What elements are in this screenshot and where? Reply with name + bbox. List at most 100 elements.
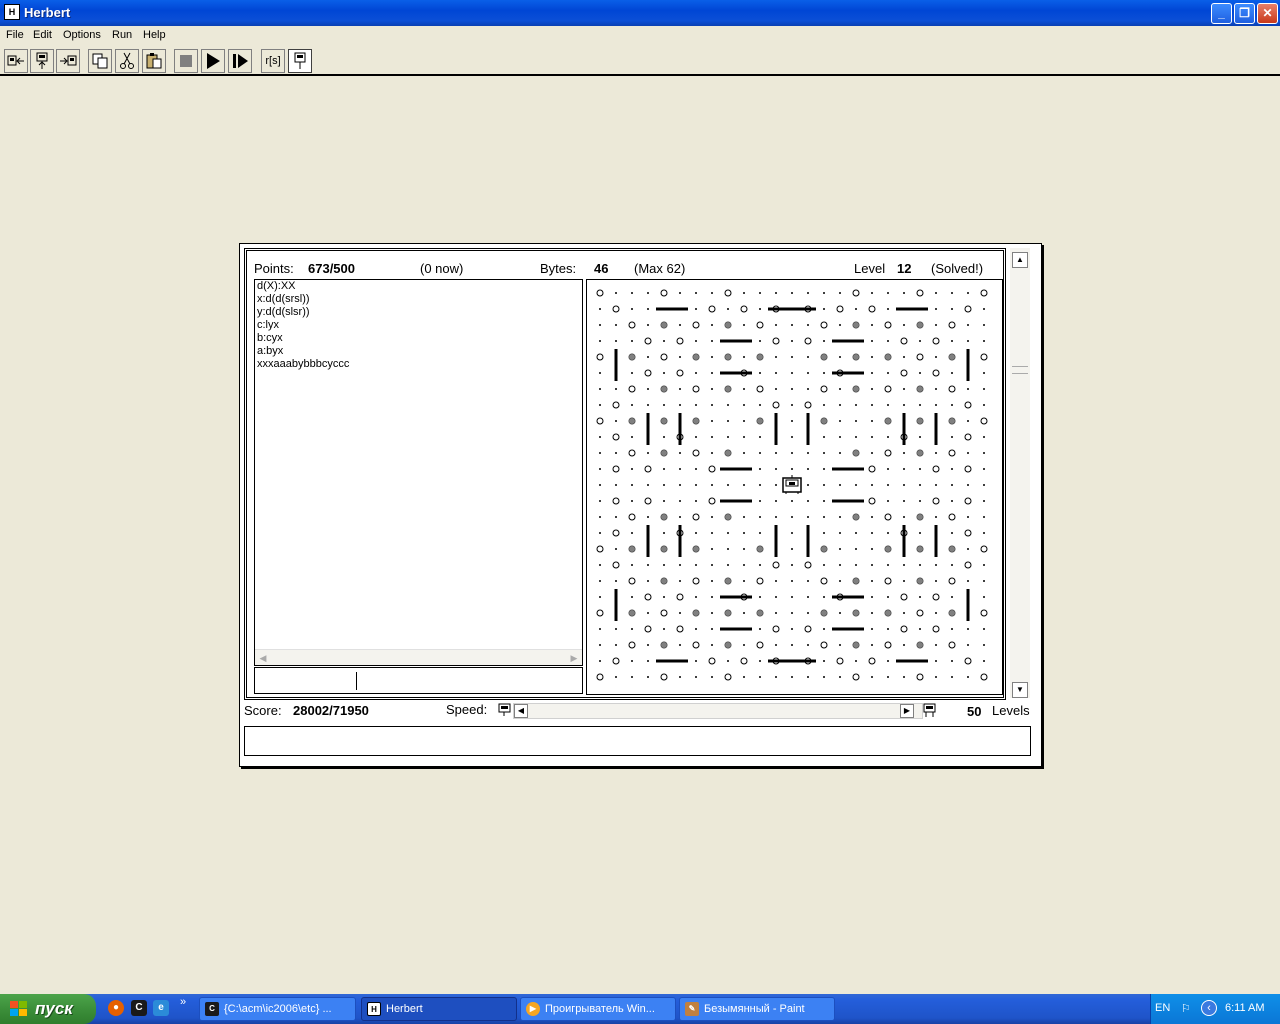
grid-dot [775,596,777,598]
grid-dot [647,644,649,646]
code-line[interactable]: a:byx [255,345,582,358]
minimize-button[interactable]: _ [1211,3,1232,24]
grid-dot [983,532,985,534]
task-far[interactable]: C {C:\acm\ic2006\etc} ... [199,997,356,1021]
syntax-button[interactable]: r[s] [261,49,285,73]
grid-dot [759,372,761,374]
grid-dot [759,452,761,454]
grid-dot [935,404,937,406]
ring-spot [612,497,620,505]
grid-dot [775,452,777,454]
menu-help[interactable]: Help [143,29,166,41]
run-button[interactable] [201,49,225,73]
copy-button[interactable] [88,49,112,73]
grid-dot [871,564,873,566]
filled-spot [884,353,892,361]
scissors-icon [120,52,134,69]
ring-spot [740,657,748,665]
menu-run[interactable]: Run [112,29,132,41]
grid-dot [775,516,777,518]
menu-file[interactable]: File [6,29,24,41]
grid-dot [711,548,713,550]
code-line[interactable]: b:cyx [255,332,582,345]
scroll-up-icon[interactable]: ▲ [1012,252,1028,268]
menu-edit[interactable]: Edit [33,29,52,41]
filled-spot [884,609,892,617]
grid-dot [823,372,825,374]
grid-dot [807,324,809,326]
grid-dot [887,404,889,406]
task-herbert[interactable]: H Herbert [361,997,517,1021]
cut-button[interactable] [115,49,139,73]
grid-dot [903,388,905,390]
grid-dot [711,484,713,486]
speed-decrease-icon[interactable]: ◀ [514,704,528,718]
far-icon[interactable]: C [131,1000,147,1016]
grid-dot [647,676,649,678]
levels-label: Levels [992,703,1030,718]
editor-horizontal-scrollbar[interactable]: ◀ ▶ [255,649,582,665]
close-button[interactable]: ✕ [1257,3,1278,24]
ring-spot [596,545,604,553]
filled-spot [820,609,828,617]
grid-dot [791,628,793,630]
speed-slider[interactable]: ◀ ▶ [513,703,923,719]
network-icon[interactable]: ⚐ [1181,1002,1191,1015]
code-line[interactable]: c:lyx [255,319,582,332]
ring-spot [964,561,972,569]
scroll-down-icon[interactable]: ▼ [1012,682,1028,698]
restore-button[interactable]: ❐ [1234,3,1255,24]
grid-dot [807,468,809,470]
grid-dot [887,308,889,310]
menu-options[interactable]: Options [63,29,101,41]
scroll-thumb[interactable] [1012,366,1028,374]
load-button[interactable] [30,49,54,73]
herbert-button[interactable] [288,49,312,73]
ring-spot [948,641,956,649]
grid-dot [903,676,905,678]
language-indicator[interactable]: EN [1155,1002,1170,1014]
code-line[interactable]: xxxaaabybbbcyccc [255,358,582,371]
next-level-button[interactable] [56,49,80,73]
grid-dot [695,596,697,598]
code-line[interactable]: d(X):XX [255,280,582,293]
chevron-right-icon[interactable]: » [180,996,186,1008]
menu-bar: File Edit Options Run Help [0,26,1280,45]
ring-spot [820,577,828,585]
grid-dot [807,388,809,390]
grid-dot [759,468,761,470]
scroll-left-icon[interactable]: ◀ [257,652,269,664]
grid-dot [679,484,681,486]
paste-button[interactable] [142,49,166,73]
scroll-right-icon[interactable]: ▶ [568,652,580,664]
vertical-scrollbar[interactable]: ▲ ▼ [1010,248,1030,698]
code-line[interactable]: x:d(d(srsl)) [255,293,582,306]
ring-spot [884,513,892,521]
command-input[interactable] [254,667,583,694]
grid-dot [807,372,809,374]
grid-dot [599,436,601,438]
grid-dot [871,516,873,518]
step-button[interactable] [228,49,252,73]
task-media-player[interactable]: ▶ Проигрыватель Win... [520,997,676,1021]
grid-dot [903,324,905,326]
ie-icon[interactable]: e [153,1000,169,1016]
speed-thumb[interactable]: ▶ [900,704,914,718]
filled-spot [692,353,700,361]
grid-dot [903,612,905,614]
ring-spot [868,657,876,665]
grid-dot [855,436,857,438]
grid-dot [599,484,601,486]
grid-dot [935,580,937,582]
score-value: 28002/71950 [293,703,369,718]
firefox-icon[interactable]: ● [108,1000,124,1016]
code-line[interactable]: y:d(d(slsr)) [255,306,582,319]
start-button[interactable]: пуск [0,994,96,1024]
program-editor[interactable]: d(X):XX x:d(d(srsl)) y:d(d(slsr)) c:lyx … [254,279,583,666]
grid-dot [615,676,617,678]
task-paint[interactable]: ✎ Безымянный - Paint [679,997,835,1021]
tray-expand-icon[interactable]: ‹ [1201,1000,1217,1016]
prev-level-button[interactable] [4,49,28,73]
title-bar[interactable]: H Herbert _ ❐ ✕ [0,0,1280,26]
stop-button[interactable] [174,49,198,73]
